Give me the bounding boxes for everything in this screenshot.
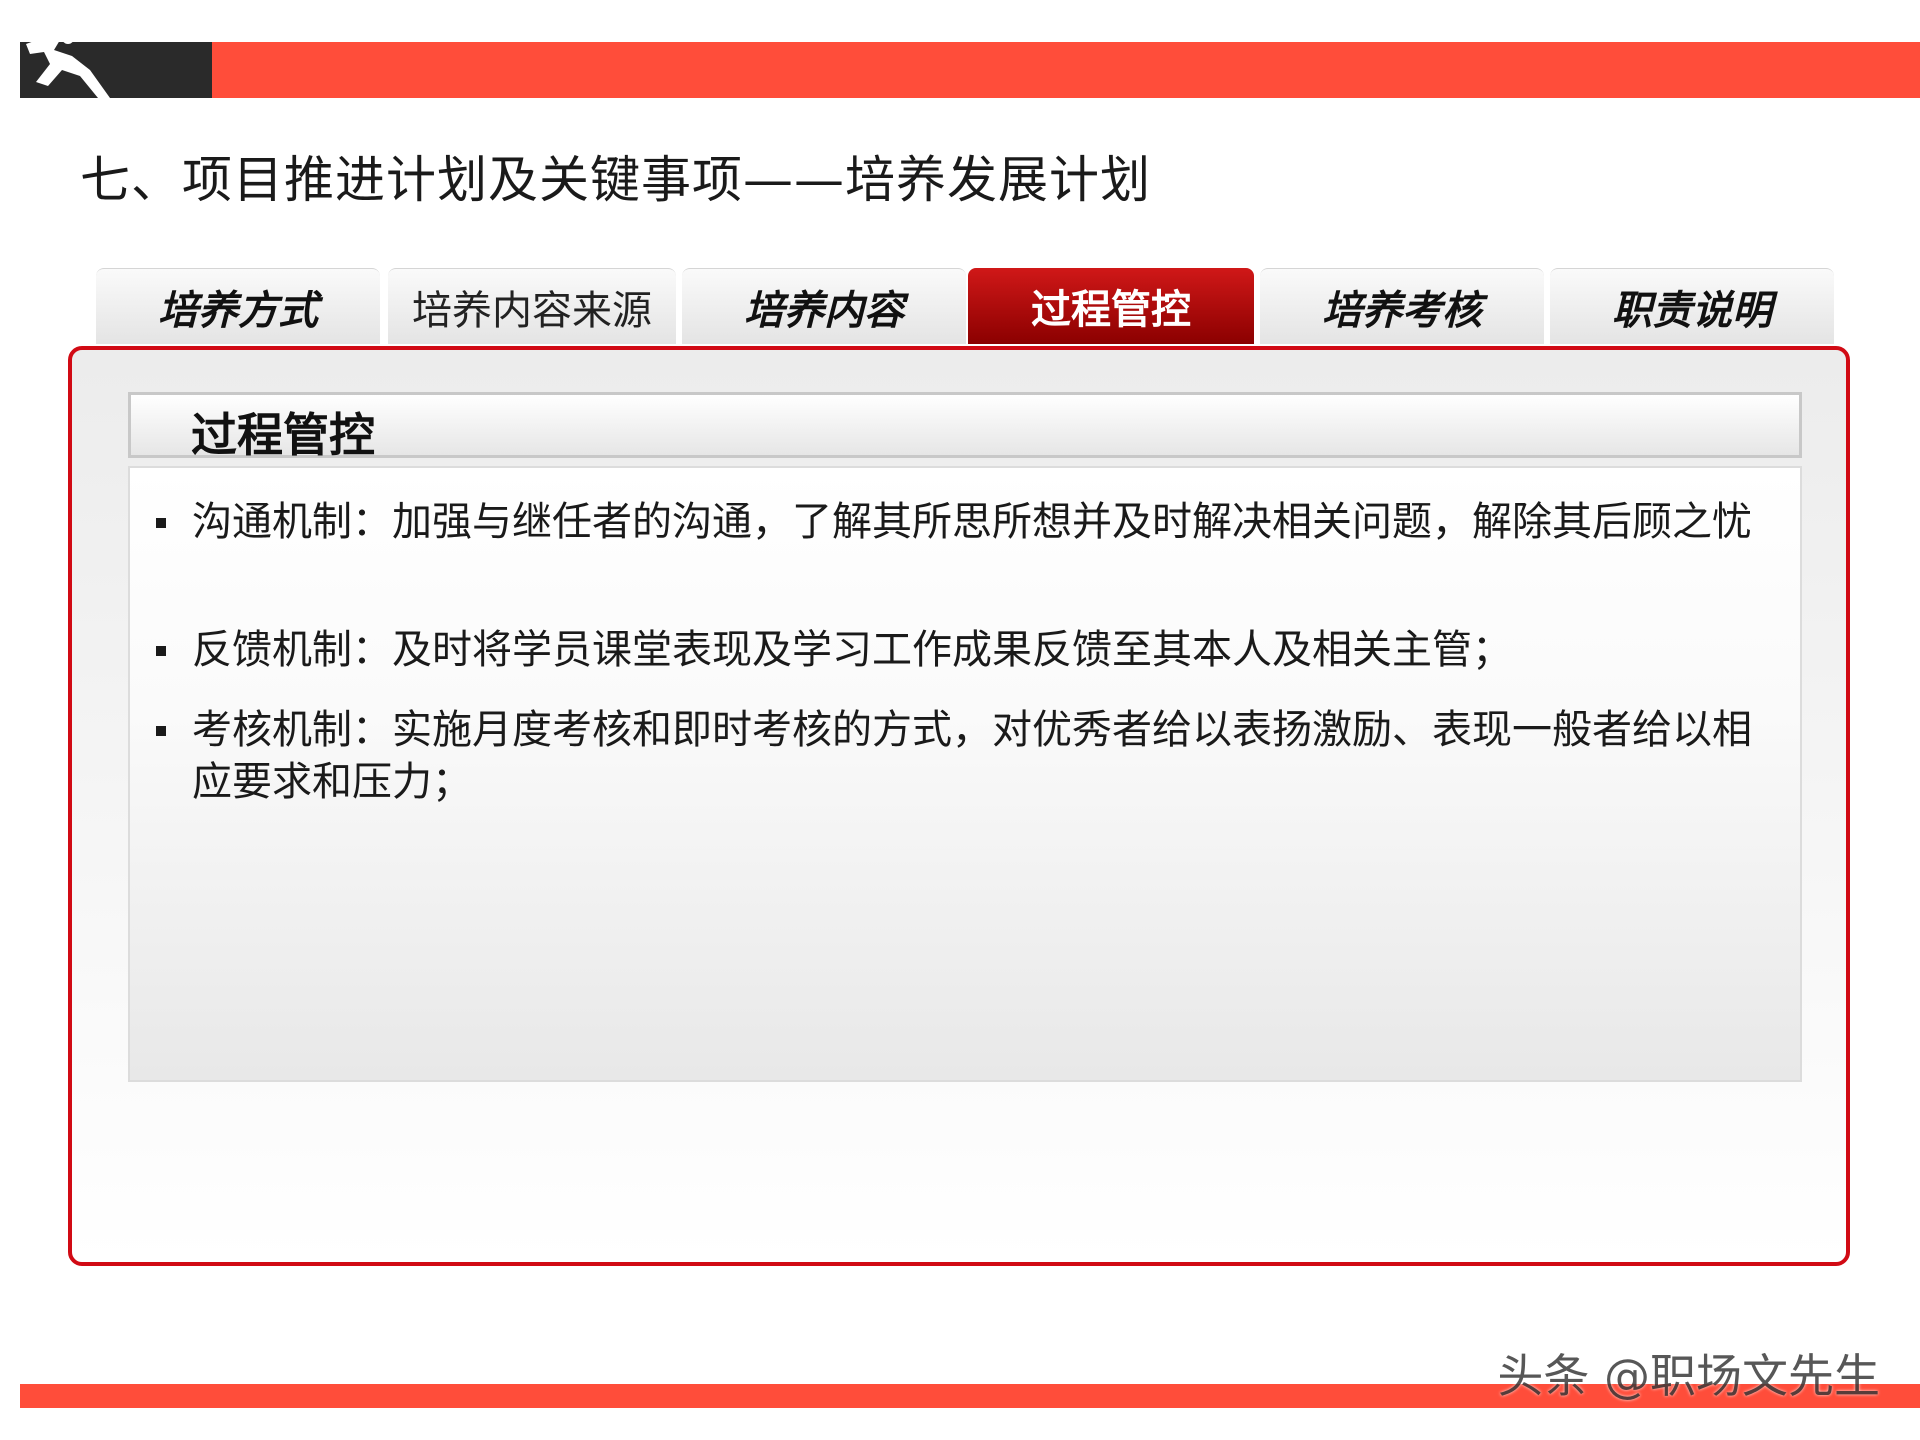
tab-zhize-shuoming[interactable]: 职责说明 xyxy=(1550,268,1834,344)
top-banner-red-stripe xyxy=(212,42,1920,98)
page-title: 七、项目推进计划及关键事项——培养发展计划 xyxy=(80,151,1151,209)
watermark: 头条 @职场文先生 xyxy=(1497,1349,1880,1403)
list-item: 反馈机制：及时将学员课堂表现及学习工作成果反馈至其本人及相关主管； xyxy=(130,624,1804,684)
bullet-text: 沟通机制：加强与继任者的沟通，了解其所思所想并及时解决相关问题，解除其后顾之忧 xyxy=(192,499,1752,545)
tab-guocheng-guankong[interactable]: 过程管控 xyxy=(968,268,1254,344)
bullet-list: 沟通机制：加强与继任者的沟通，了解其所思所想并及时解决相关问题，解除其后顾之忧 … xyxy=(128,466,1802,1082)
bullet-text: 反馈机制：及时将学员课堂表现及学习工作成果反馈至其本人及相关主管； xyxy=(192,627,1512,673)
tab-peiyang-fangshi[interactable]: 培养方式 xyxy=(96,268,380,344)
section-header: 过程管控 xyxy=(128,392,1802,462)
list-item: 考核机制：实施月度考核和即时考核的方式，对优秀者给以表扬激励、表现一般者给以相应… xyxy=(130,704,1804,814)
tab-peiyang-neirong-laiyuan[interactable]: 培养内容来源 xyxy=(388,268,676,344)
bullet-square-icon xyxy=(156,726,166,736)
bullet-text: 考核机制：实施月度考核和即时考核的方式，对优秀者给以表扬激励、表现一般者给以相应… xyxy=(192,707,1752,805)
runner-silhouette-icon xyxy=(26,32,110,98)
section-heading: 过程管控 xyxy=(191,408,375,462)
list-item: 沟通机制：加强与继任者的沟通，了解其所思所想并及时解决相关问题，解除其后顾之忧 xyxy=(130,496,1804,606)
bullet-square-icon xyxy=(156,518,166,528)
tab-peiyang-neirong[interactable]: 培养内容 xyxy=(682,268,966,344)
bullet-square-icon xyxy=(156,646,166,656)
tab-peiyang-kaohe[interactable]: 培养考核 xyxy=(1260,268,1544,344)
